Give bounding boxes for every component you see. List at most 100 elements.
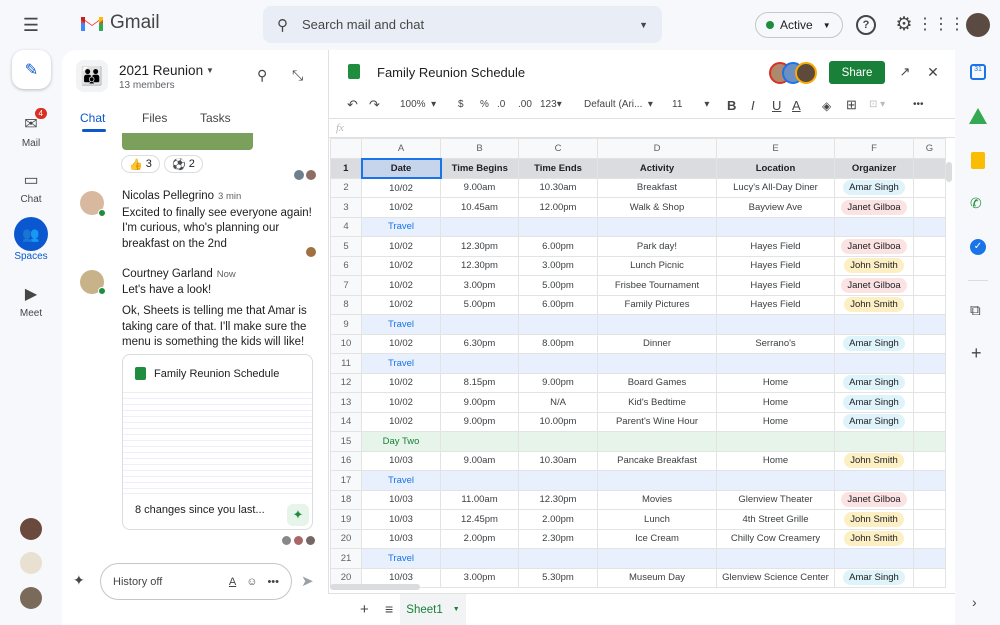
organizer-cell[interactable]: Amar Singh bbox=[834, 177, 914, 198]
cell[interactable] bbox=[834, 216, 914, 237]
cell[interactable]: 10.30am bbox=[518, 177, 598, 198]
cell[interactable] bbox=[518, 470, 598, 491]
column-header[interactable]: G bbox=[913, 138, 946, 159]
redo-icon[interactable]: ↷ bbox=[369, 97, 380, 113]
cell[interactable]: 10/02 bbox=[361, 392, 441, 413]
cell[interactable]: 10/03 bbox=[361, 528, 441, 549]
cell[interactable]: 10/02 bbox=[361, 372, 441, 393]
status-button[interactable]: Active ▼ bbox=[755, 12, 843, 38]
shared-image[interactable] bbox=[122, 133, 253, 150]
column-header[interactable]: B bbox=[440, 138, 519, 159]
person-chip[interactable]: Amar Singh bbox=[843, 336, 905, 352]
cell[interactable]: Parent's Wine Hour bbox=[597, 411, 717, 432]
organizer-cell[interactable]: John Smith bbox=[834, 255, 914, 276]
section-cell[interactable]: Travel bbox=[361, 548, 441, 569]
column-header[interactable]: A bbox=[361, 138, 441, 159]
cell[interactable] bbox=[716, 548, 835, 569]
cell[interactable]: 6.00pm bbox=[518, 236, 598, 257]
cell[interactable]: Movies bbox=[597, 489, 717, 510]
person-chip[interactable]: Amar Singh bbox=[843, 375, 905, 391]
person-chip[interactable]: John Smith bbox=[844, 258, 904, 274]
space-menu-chevron-icon[interactable]: ▼ bbox=[206, 66, 214, 75]
cell[interactable]: Lucy's All-Day Diner bbox=[716, 177, 835, 198]
organizer-cell[interactable]: John Smith bbox=[834, 509, 914, 530]
organizer-cell[interactable]: John Smith bbox=[834, 528, 914, 549]
cell[interactable] bbox=[913, 314, 946, 335]
cell[interactable]: 5.00pm bbox=[518, 275, 598, 296]
cell[interactable] bbox=[440, 314, 519, 335]
cell[interactable]: Glenview Theater bbox=[716, 489, 835, 510]
sparkle-icon[interactable]: ✦ bbox=[73, 572, 85, 589]
message-input[interactable]: History off A ☺ ••• bbox=[100, 563, 292, 600]
column-header[interactable]: E bbox=[716, 138, 835, 159]
row-number[interactable]: 2 bbox=[330, 177, 362, 198]
search-icon[interactable]: ⚲ bbox=[257, 67, 267, 84]
cell[interactable]: Pancake Breakfast bbox=[597, 450, 717, 471]
organizer-cell[interactable]: Amar Singh bbox=[834, 567, 914, 588]
cell[interactable]: Hayes Field bbox=[716, 275, 835, 296]
cell[interactable] bbox=[597, 548, 717, 569]
cell[interactable] bbox=[913, 236, 946, 257]
person-chip[interactable]: Janet Gilboa bbox=[841, 199, 907, 215]
horizontal-scrollbar[interactable] bbox=[330, 584, 420, 590]
tasks-icon[interactable]: ✓ bbox=[970, 239, 986, 255]
cell[interactable]: 10/02 bbox=[361, 333, 441, 354]
settings-gear-icon[interactable]: ⚙ bbox=[893, 13, 915, 35]
row-number[interactable]: 6 bbox=[330, 255, 362, 276]
emoji-icon[interactable]: ☺ bbox=[246, 576, 257, 588]
all-sheets-icon[interactable]: ≡ bbox=[385, 601, 393, 617]
cell[interactable] bbox=[518, 431, 598, 452]
cell[interactable]: Serrano's bbox=[716, 333, 835, 354]
row-number[interactable]: 10 bbox=[330, 333, 362, 354]
row-number[interactable]: 19 bbox=[330, 509, 362, 530]
increase-decimal-button[interactable]: .00 bbox=[518, 99, 532, 110]
cell[interactable] bbox=[440, 216, 519, 237]
person-chip[interactable]: Janet Gilboa bbox=[841, 492, 907, 508]
cell[interactable] bbox=[913, 509, 946, 530]
cell[interactable]: Dinner bbox=[597, 333, 717, 354]
row-number[interactable]: 14 bbox=[330, 411, 362, 432]
cell[interactable]: Lunch bbox=[597, 509, 717, 530]
fill-color-icon[interactable]: ◈ bbox=[822, 99, 831, 113]
header-cell[interactable]: Location bbox=[716, 158, 835, 179]
row-number[interactable]: 3 bbox=[330, 197, 362, 218]
cell[interactable]: 12.30pm bbox=[440, 236, 519, 257]
cell[interactable] bbox=[834, 431, 914, 452]
cell[interactable] bbox=[518, 314, 598, 335]
cell[interactable] bbox=[597, 216, 717, 237]
space-avatar[interactable] bbox=[20, 518, 42, 540]
cell[interactable] bbox=[716, 314, 835, 335]
cell[interactable] bbox=[913, 158, 946, 179]
cell[interactable]: 2.30pm bbox=[518, 528, 598, 549]
cell[interactable] bbox=[913, 392, 946, 413]
header-cell[interactable]: Date bbox=[360, 157, 442, 179]
cell[interactable]: 10/02 bbox=[361, 197, 441, 218]
row-number[interactable]: 9 bbox=[330, 314, 362, 335]
sheet-attachment-card[interactable]: Family Reunion Schedule 8 changes since … bbox=[122, 354, 313, 530]
header-cell[interactable]: Organizer bbox=[834, 158, 914, 179]
organizer-cell[interactable]: Amar Singh bbox=[834, 411, 914, 432]
cell[interactable] bbox=[716, 470, 835, 491]
cell[interactable] bbox=[518, 548, 598, 569]
cell[interactable]: 10.45am bbox=[440, 197, 519, 218]
cell[interactable]: Home bbox=[716, 411, 835, 432]
cell[interactable]: 10/02 bbox=[361, 294, 441, 315]
organizer-cell[interactable]: Janet Gilboa bbox=[834, 489, 914, 510]
merge-cells-icon[interactable]: ⊡ ▾ bbox=[869, 99, 885, 110]
borders-icon[interactable]: ⊞ bbox=[846, 97, 857, 113]
tab-chat[interactable]: Chat bbox=[80, 111, 105, 125]
cell[interactable]: 6.00pm bbox=[518, 294, 598, 315]
cell[interactable] bbox=[913, 333, 946, 354]
rail-item-chat[interactable]: ▭ Chat bbox=[0, 166, 62, 205]
cell[interactable] bbox=[518, 353, 598, 374]
row-number[interactable]: 18 bbox=[330, 489, 362, 510]
rail-item-meet[interactable]: ▶ Meet bbox=[0, 280, 62, 319]
organizer-cell[interactable]: Janet Gilboa bbox=[834, 236, 914, 257]
cell[interactable]: Hayes Field bbox=[716, 294, 835, 315]
cell[interactable]: 10/03 bbox=[361, 450, 441, 471]
cell[interactable]: N/A bbox=[518, 392, 598, 413]
cell[interactable]: 6.30pm bbox=[440, 333, 519, 354]
column-header[interactable]: C bbox=[518, 138, 598, 159]
organizer-cell[interactable]: Amar Singh bbox=[834, 333, 914, 354]
cell[interactable] bbox=[913, 528, 946, 549]
